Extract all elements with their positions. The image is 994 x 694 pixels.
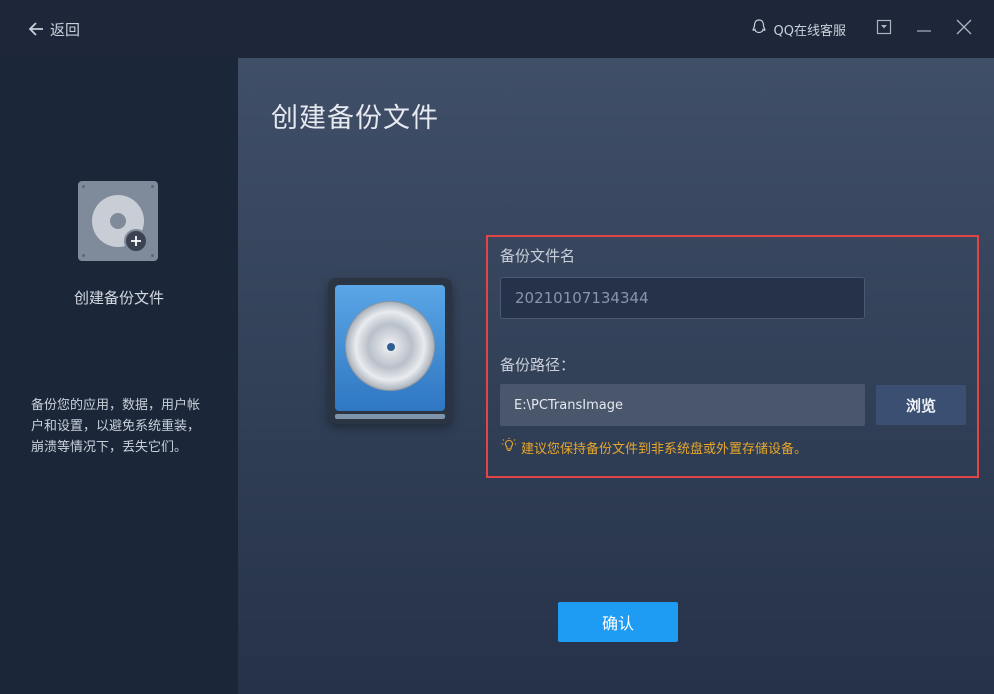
main-panel: 创建备份文件 备份文件名 20210107134344 备份路径： E:\PCT…	[238, 58, 994, 694]
filename-value: 20210107134344	[515, 289, 649, 307]
storage-tip: 建议您保持备份文件到非系统盘或外置存储设备。	[501, 437, 807, 457]
backup-disk-image	[328, 278, 452, 424]
path-label: 备份路径：	[500, 356, 576, 374]
storage-tip-text: 建议您保持备份文件到非系统盘或外置存储设备。	[521, 441, 808, 457]
minimize-button[interactable]	[904, 9, 944, 49]
titlebar: 返回 QQ在线客服	[0, 0, 994, 58]
back-arrow-icon	[28, 21, 44, 37]
sidebar-item-title[interactable]: 创建备份文件	[0, 287, 238, 308]
dropdown-icon	[876, 19, 892, 39]
qq-service-button[interactable]: QQ在线客服	[750, 18, 846, 40]
qq-service-label: QQ在线客服	[773, 23, 846, 39]
sidebar: 创建备份文件 备份您的应用，数据，用户帐户和设置，以避免系统重装，崩溃等情况下，…	[0, 58, 238, 694]
sidebar-description: 备份您的应用，数据，用户帐户和设置，以避免系统重装，崩溃等情况下，丢失它们。	[31, 398, 201, 455]
lightbulb-icon	[501, 437, 517, 457]
back-button[interactable]: 返回	[28, 17, 80, 41]
dropdown-button[interactable]	[864, 9, 904, 49]
page-title: 创建备份文件	[271, 103, 439, 134]
qq-icon	[750, 18, 768, 40]
path-value: E:\PCTransImage	[514, 397, 623, 413]
filename-label: 备份文件名	[500, 247, 576, 265]
create-backup-icon[interactable]	[78, 181, 158, 261]
close-button[interactable]	[944, 9, 984, 49]
browse-button[interactable]: 浏览	[876, 385, 966, 425]
close-icon	[956, 19, 972, 39]
filename-input[interactable]: 20210107134344	[500, 277, 865, 319]
back-label: 返回	[50, 20, 81, 39]
confirm-button[interactable]: 确认	[558, 602, 678, 642]
window-controls: QQ在线客服	[750, 0, 994, 58]
minimize-icon	[916, 19, 932, 39]
path-input[interactable]: E:\PCTransImage	[500, 384, 865, 426]
plus-icon	[124, 229, 148, 253]
